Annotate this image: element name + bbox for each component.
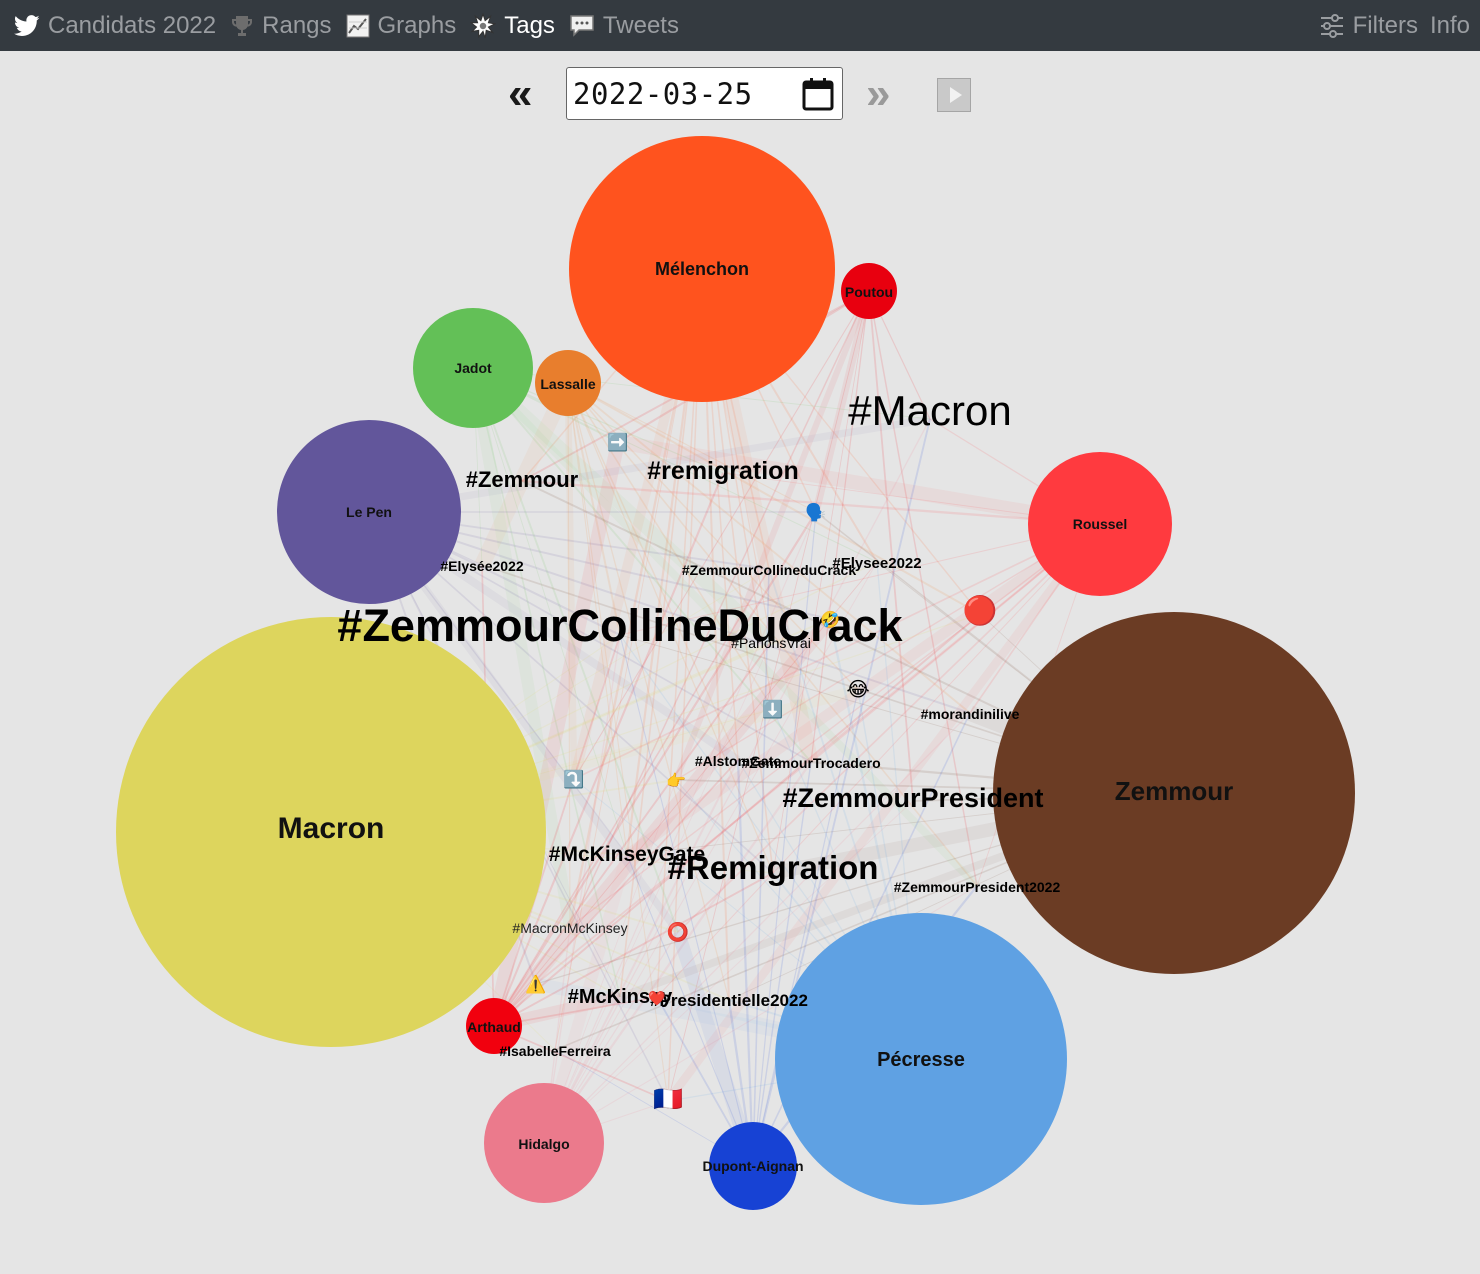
tag-label[interactable]: #Elysee2022 [832, 555, 921, 572]
calendar-icon[interactable] [802, 77, 834, 116]
candidate-node-zemmour[interactable]: Zemmour [993, 612, 1355, 974]
candidate-label: Arthaud [467, 1019, 521, 1035]
rofl-face-icon[interactable]: 🤣 [819, 610, 840, 630]
candidate-node-macron[interactable]: Macron [116, 617, 546, 1047]
candidate-node-jadot[interactable]: Jadot [413, 308, 533, 428]
date-value: 2022-03-25 [573, 76, 753, 111]
candidate-label: Lassalle [540, 376, 595, 392]
red-circle-icon[interactable]: 🔴 [963, 594, 998, 627]
candidate-node-hidalgo[interactable]: Hidalgo [484, 1083, 604, 1203]
tag-label[interactable]: #ZemmourCollineduCrack [682, 562, 856, 578]
candidate-label: Pécresse [877, 1049, 965, 1071]
tag-label[interactable]: #ZemmourPresident [782, 783, 1043, 813]
next-day-button[interactable]: » [866, 72, 890, 116]
candidate-label: Hidalgo [518, 1136, 569, 1152]
candidate-node-pecresse[interactable]: Pécresse [775, 913, 1067, 1205]
speaking-head-icon[interactable]: 🗣️ [805, 502, 826, 522]
tag-label[interactable]: #morandinilive [921, 706, 1020, 722]
candidate-node-dupont-aignan[interactable]: Dupont-Aignan [702, 1122, 804, 1210]
tag-label[interactable]: #Zemmour [466, 467, 579, 492]
tag-label[interactable]: #Remigration [668, 849, 879, 886]
candidate-label: Poutou [845, 284, 893, 300]
candidate-label: Roussel [1073, 516, 1127, 532]
french-flag-icon[interactable]: 🇫🇷 [653, 1086, 683, 1113]
tag-label[interactable]: #MacronMcKinsey [512, 920, 627, 936]
date-navigation: « 2022-03-25 » [0, 66, 1480, 122]
date-picker-input[interactable]: 2022-03-25 [566, 67, 843, 120]
heart-icon[interactable]: ❤️ [648, 990, 666, 1006]
candidate-node-roussel[interactable]: Roussel [1028, 452, 1172, 596]
tag-label[interactable]: #ParlonsVrai [731, 635, 811, 651]
tag-network-graph: Mélenchon Poutou Jadot Lassalle Le Pen R… [116, 136, 1355, 1210]
candidate-node-melenchon[interactable]: Mélenchon [569, 136, 835, 402]
candidate-label: Mélenchon [655, 259, 749, 279]
joy-face-icon[interactable]: 😂 [846, 679, 869, 701]
tag-label[interactable]: #ZemmourPresident2022 [894, 879, 1061, 895]
play-icon [950, 87, 962, 103]
candidate-label: Jadot [454, 360, 492, 376]
candidate-node-poutou[interactable]: Poutou [841, 263, 897, 319]
candidate-node-lepen[interactable]: Le Pen [277, 420, 461, 604]
arrow-curve-icon[interactable]: ⤵️ [563, 769, 584, 789]
candidate-node-lassalle[interactable]: Lassalle [535, 350, 601, 416]
arrow-down-icon[interactable]: ⬇️ [762, 699, 783, 719]
candidate-label: Le Pen [346, 504, 392, 520]
warning-icon[interactable]: ⚠️ [525, 974, 546, 994]
tag-label[interactable]: #ZemmourCollineDuCrack [337, 600, 903, 651]
tag-label[interactable]: #Elysée2022 [440, 558, 524, 574]
tag-label[interactable]: #remigration [647, 457, 798, 485]
hollow-circle-icon[interactable]: ⭕ [667, 921, 689, 942]
candidate-label: Dupont-Aignan [702, 1158, 803, 1174]
previous-day-button[interactable]: « [508, 72, 532, 116]
point-right-icon[interactable]: 👉 [666, 772, 686, 790]
tag-label[interactable]: #Macron [848, 387, 1011, 434]
play-button[interactable] [937, 78, 971, 112]
tag-label[interactable]: #ZemmourTrocadero [741, 755, 880, 771]
candidate-label: Zemmour [1115, 776, 1233, 806]
tag-label[interactable]: #Presidentielle2022 [650, 991, 808, 1010]
arrow-right-icon[interactable]: ➡️ [607, 432, 628, 452]
candidate-label: Macron [278, 812, 385, 845]
tag-label[interactable]: #IsabelleFerreira [499, 1043, 611, 1059]
